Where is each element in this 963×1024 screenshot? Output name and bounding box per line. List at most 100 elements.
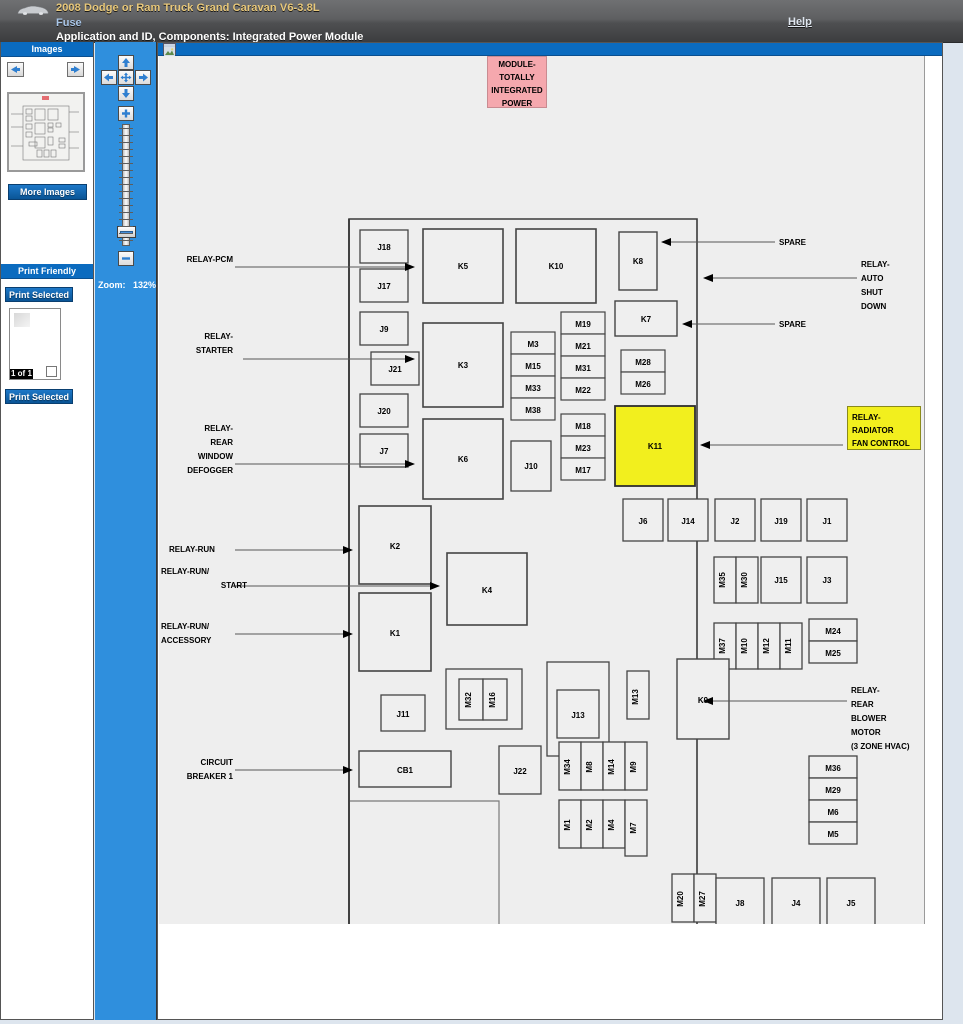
pan-left-button[interactable] [101,70,117,85]
print-select-checkbox[interactable] [46,366,57,377]
svg-text:M23: M23 [575,444,591,453]
pan-down-button[interactable] [118,86,134,101]
svg-text:M31: M31 [575,364,591,373]
svg-text:J18: J18 [377,243,391,252]
svg-text:M20: M20 [676,891,685,907]
image-thumbnail-icon[interactable] [163,43,176,57]
arrow-right-icon [139,73,148,82]
image-thumbnail[interactable] [7,92,85,172]
svg-text:CB1: CB1 [397,766,414,775]
viewer-toolbar [158,43,942,57]
label-blower-line-1: RELAY- [851,686,880,695]
zoom-slider-tick [119,205,133,206]
image-viewer: J18 J17 J9 J21 J20 J7 K5 K10 K3 K6 J10 M… [157,42,943,1020]
svg-text:K6: K6 [458,455,469,464]
pan-right-button[interactable] [135,70,151,85]
module-callout-line-1: MODULE- [498,60,536,69]
radiator-callout-line-2: RADIATOR [852,426,894,435]
page-count-badge: 1 of 1 [10,369,33,379]
module-title-callout: MODULE- TOTALLY INTEGRATED POWER [487,56,547,108]
next-image-button[interactable] [67,62,84,77]
svg-text:J14: J14 [681,517,695,526]
print-preview-thumbnail[interactable]: 1 of 1 [9,308,61,380]
images-panel-title: Images [1,42,93,57]
arrow-down-icon [122,89,130,98]
label-cb1-line-2: BREAKER 1 [186,772,233,781]
label-circuit-breaker-1: CIRCUIT BREAKER 1 [161,756,233,784]
print-selected-button-top[interactable]: Print Selected [5,287,73,302]
svg-text:K11: K11 [648,442,663,451]
zoom-slider-handle[interactable] [117,226,136,238]
svg-text:J17: J17 [377,282,391,291]
label-defogger-line-3: WINDOW [197,452,233,461]
svg-text:M14: M14 [607,759,616,775]
pan-up-button[interactable] [118,55,134,70]
integrated-power-module-diagram: J18 J17 J9 J21 J20 J7 K5 K10 K3 K6 J10 M… [159,56,924,924]
svg-text:K4: K4 [482,586,493,595]
svg-text:M22: M22 [575,386,591,395]
svg-text:J21: J21 [388,365,402,374]
svg-text:M27: M27 [698,891,707,907]
svg-text:K3: K3 [458,361,469,370]
label-relay-pcm: RELAY-PCM [161,253,233,267]
arrow-left-icon [11,66,20,73]
svg-text:M36: M36 [825,764,841,773]
help-link[interactable]: Help [788,16,812,28]
zoom-slider-tick [119,240,133,241]
left-sidebar: Images More Images Print Friendly Print … [0,42,94,1020]
svg-text:M38: M38 [525,406,541,415]
zoom-level-label: Zoom: [98,280,126,290]
label-asd-line-1: RELAY- [861,260,890,269]
label-relay-starter: RELAY- STARTER [161,330,233,358]
svg-text:J13: J13 [571,711,585,720]
label-relay-pcm-line-1: RELAY-PCM [186,255,233,264]
svg-text:M15: M15 [525,362,541,371]
module-callout-line-4: POWER [501,99,533,108]
minus-icon [122,257,130,260]
svg-text:M37: M37 [718,638,727,654]
vehicle-title: 2008 Dodge or Ram Truck Grand Caravan V6… [56,2,320,14]
label-relay-rear-window-defogger: RELAY- REAR WINDOW DEFOGGER [161,422,233,478]
label-asd-line-3: SHUT [861,288,883,297]
pan-center-button[interactable] [118,70,134,85]
svg-text:M7: M7 [629,822,638,834]
svg-text:J22: J22 [513,767,527,776]
zoom-slider-tick [119,219,133,220]
label-defogger-line-1: RELAY- [204,424,233,433]
car-icon [17,5,49,15]
svg-text:M28: M28 [635,358,651,367]
arrow-right-icon [71,66,80,73]
svg-text:M29: M29 [825,786,841,795]
svg-text:M16: M16 [488,692,497,708]
svg-text:J9: J9 [380,325,389,334]
svg-text:M35: M35 [718,572,727,588]
more-images-button[interactable]: More Images [8,184,87,200]
print-selected-button-bottom[interactable]: Print Selected [5,389,73,404]
print-preview-content [14,313,30,327]
label-relay-run: RELAY-RUN [169,543,249,557]
zoom-out-button[interactable] [118,251,134,266]
svg-text:M32: M32 [464,692,473,708]
plus-icon [122,109,130,118]
svg-text:M11: M11 [784,638,793,654]
svg-text:K1: K1 [390,629,401,638]
zoom-slider-tick [119,177,133,178]
svg-text:J10: J10 [524,462,538,471]
svg-text:M24: M24 [825,627,841,636]
svg-text:M2: M2 [585,819,594,831]
label-cb1-line-1: CIRCUIT [200,758,233,767]
radiator-fan-relay-callout: RELAY- RADIATOR FAN CONTROL [847,406,921,450]
zoom-slider-tick [119,142,133,143]
zoom-in-button[interactable] [118,106,134,121]
previous-image-button[interactable] [7,62,24,77]
diagram-canvas[interactable]: J18 J17 J9 J21 J20 J7 K5 K10 K3 K6 J10 M… [159,56,925,924]
label-relay-starter-line-1: RELAY- [204,332,233,341]
label-run-accessory-line-1: RELAY-RUN/ [161,622,210,631]
app-header: 2008 Dodge or Ram Truck Grand Caravan V6… [0,0,963,43]
svg-text:J6: J6 [639,517,648,526]
label-blower-line-5: (3 ZONE HVAC) [851,742,910,751]
zoom-slider-tick [119,156,133,157]
arrow-up-icon [122,58,130,67]
category-label: Fuse [56,17,82,29]
zoom-level-value: 132% [133,280,157,290]
